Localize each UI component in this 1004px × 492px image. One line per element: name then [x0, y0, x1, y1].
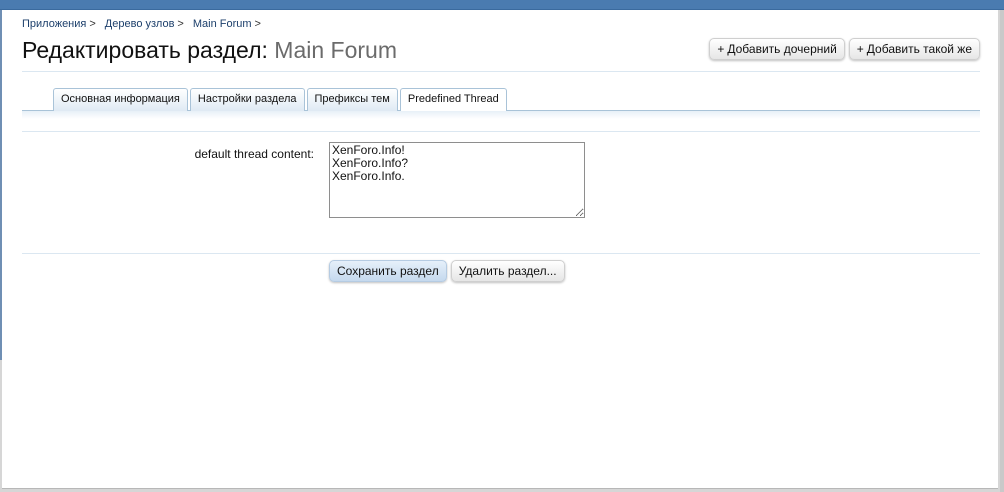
- content-panel: Приложения > Дерево узлов > Main Forum > Реда…: [2, 10, 998, 489]
- plus-icon: +: [717, 42, 725, 56]
- page-title: Редактировать раздел: Main Forum: [22, 37, 397, 64]
- tab-forum-options[interactable]: Настройки раздела: [189, 88, 305, 111]
- tab-predefined-thread[interactable]: Predefined Thread: [399, 88, 507, 112]
- delete-forum-button[interactable]: Удалить раздел...: [450, 260, 565, 282]
- add-child-node-button[interactable]: + Добавить дочерний: [709, 38, 845, 60]
- add-child-node-label: Добавить дочерний: [727, 42, 837, 56]
- form-top-divider: [22, 131, 980, 132]
- tab-content-gradient: [22, 111, 980, 119]
- tab-list: Основная информация Настройки раздела Пр…: [53, 88, 507, 112]
- plus-icon: +: [856, 42, 864, 56]
- breadcrumb-link-applications[interactable]: Приложения: [22, 18, 86, 30]
- window-right-edge: [1000, 10, 1004, 492]
- page-title-prefix: Редактировать раздел:: [22, 37, 268, 63]
- window-top-bar: [0, 0, 1004, 10]
- add-sibling-node-button[interactable]: + Добавить такой же: [848, 38, 980, 60]
- breadcrumb-separator: >: [89, 18, 96, 30]
- breadcrumb-separator: >: [177, 18, 184, 30]
- tab-thread-prefixes[interactable]: Префиксы тем: [306, 88, 398, 111]
- breadcrumb-separator: >: [254, 18, 261, 30]
- default-thread-content-label: default thread content:: [194, 147, 314, 161]
- breadcrumb-link-node-tree[interactable]: Дерево узлов: [105, 18, 175, 30]
- form-submit-row: Сохранить раздел Удалить раздел...: [329, 260, 565, 282]
- tab-bar: Основная информация Настройки раздела Пр…: [22, 88, 980, 112]
- breadcrumb: Приложения > Дерево узлов > Main Forum >: [22, 18, 270, 30]
- header-divider: [22, 71, 980, 72]
- default-thread-content-textarea[interactable]: XenForo.Info! XenForo.Info? XenForo.Info…: [329, 142, 585, 218]
- breadcrumb-link-main-forum[interactable]: Main Forum: [193, 18, 252, 30]
- form-bottom-divider: [22, 253, 980, 254]
- add-sibling-node-label: Добавить такой же: [866, 42, 972, 56]
- save-forum-button[interactable]: Сохранить раздел: [329, 260, 447, 282]
- page-title-node-name: Main Forum: [274, 37, 397, 63]
- header-actions: + Добавить дочерний + Добавить такой же: [709, 38, 980, 60]
- tab-basic-info[interactable]: Основная информация: [53, 88, 188, 111]
